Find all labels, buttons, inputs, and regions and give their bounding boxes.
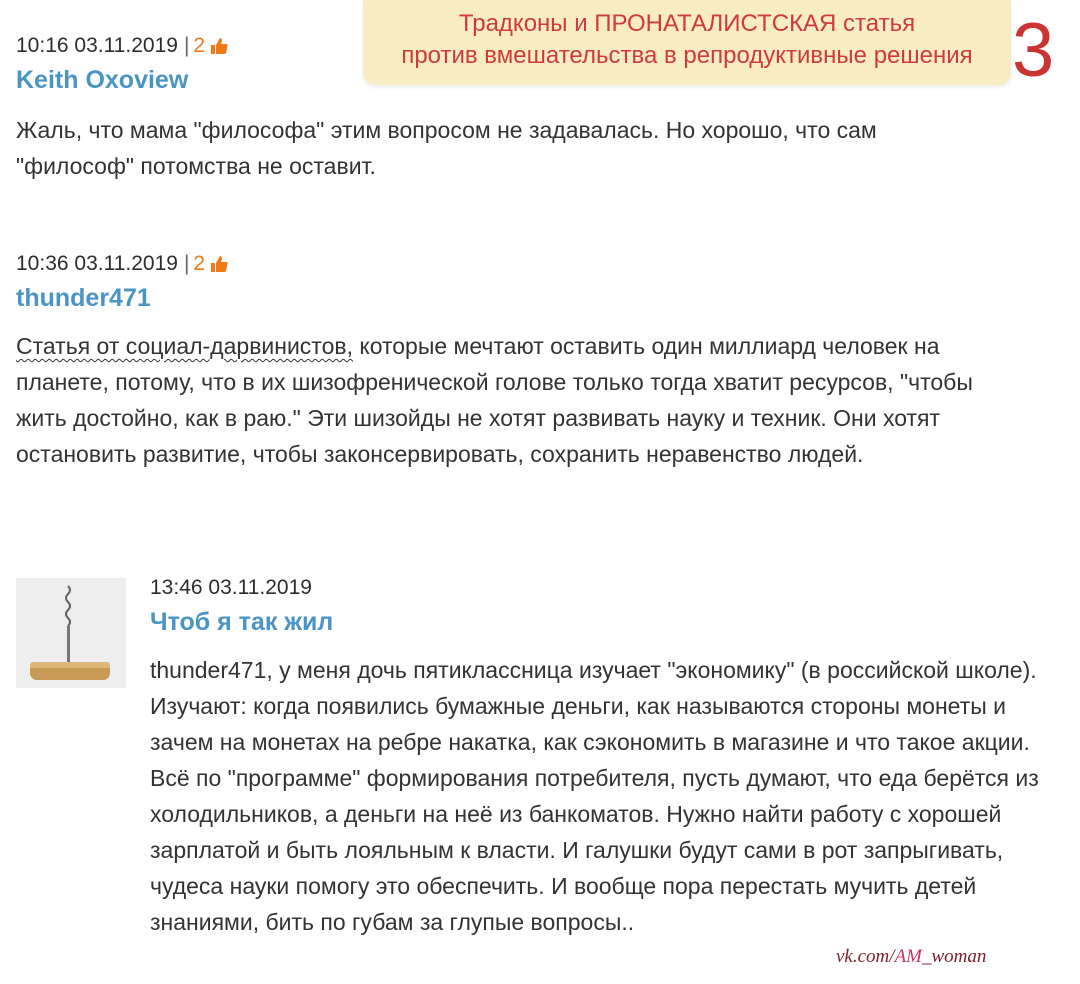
meta-separator: |	[183, 252, 190, 275]
comment-author[interactable]: thunder471	[16, 284, 151, 313]
watermark-prefix: vk.com/	[836, 946, 895, 967]
header-banner: Традконы и ПРОНАТАЛИСТСКАЯ статья против…	[363, 0, 1011, 85]
comment-text: Статья от социал-дарвинистов, которые ме…	[16, 328, 1026, 472]
comment-meta: 10:16 03.11.2019 | 2	[16, 34, 229, 58]
comment-meta: 13:46 03.11.2019	[150, 576, 312, 600]
comment-meta: 10:36 03.11.2019 | 2	[16, 252, 229, 276]
watermark: vk.com/AM_woman	[836, 946, 986, 968]
comment-text: Жаль, что мама "философа" этим вопросом …	[16, 117, 877, 179]
comment-time: 13:46 03.11.2019	[150, 576, 312, 599]
comment-author[interactable]: Чтоб я так жил	[150, 608, 333, 637]
thumbs-up-icon[interactable]	[209, 36, 229, 56]
watermark-suffix: _woman	[922, 946, 987, 967]
comment-author[interactable]: Keith Oxoview	[16, 66, 188, 95]
like-count[interactable]: 2	[193, 34, 205, 58]
underlined-phrase: Статья от социал-дарвинистов,	[16, 333, 353, 359]
banner-title-line2: против вмешательства в репродуктивные ре…	[401, 42, 973, 69]
page-number: 3	[1012, 8, 1055, 93]
banner-title-line1: Традконы и ПРОНАТАЛИСТСКАЯ статья	[458, 10, 916, 37]
thumbs-up-icon[interactable]	[209, 254, 229, 274]
comment-time: 10:16 03.11.2019	[16, 34, 178, 57]
corkscrew-icon	[16, 578, 126, 688]
user-avatar[interactable]	[16, 578, 126, 688]
like-count[interactable]: 2	[193, 252, 205, 276]
watermark-mark: AM	[894, 946, 922, 967]
meta-separator: |	[183, 34, 190, 57]
comment-text: thunder471, у меня дочь пятиклассница из…	[150, 657, 1039, 935]
comment-time: 10:36 03.11.2019	[16, 252, 178, 275]
